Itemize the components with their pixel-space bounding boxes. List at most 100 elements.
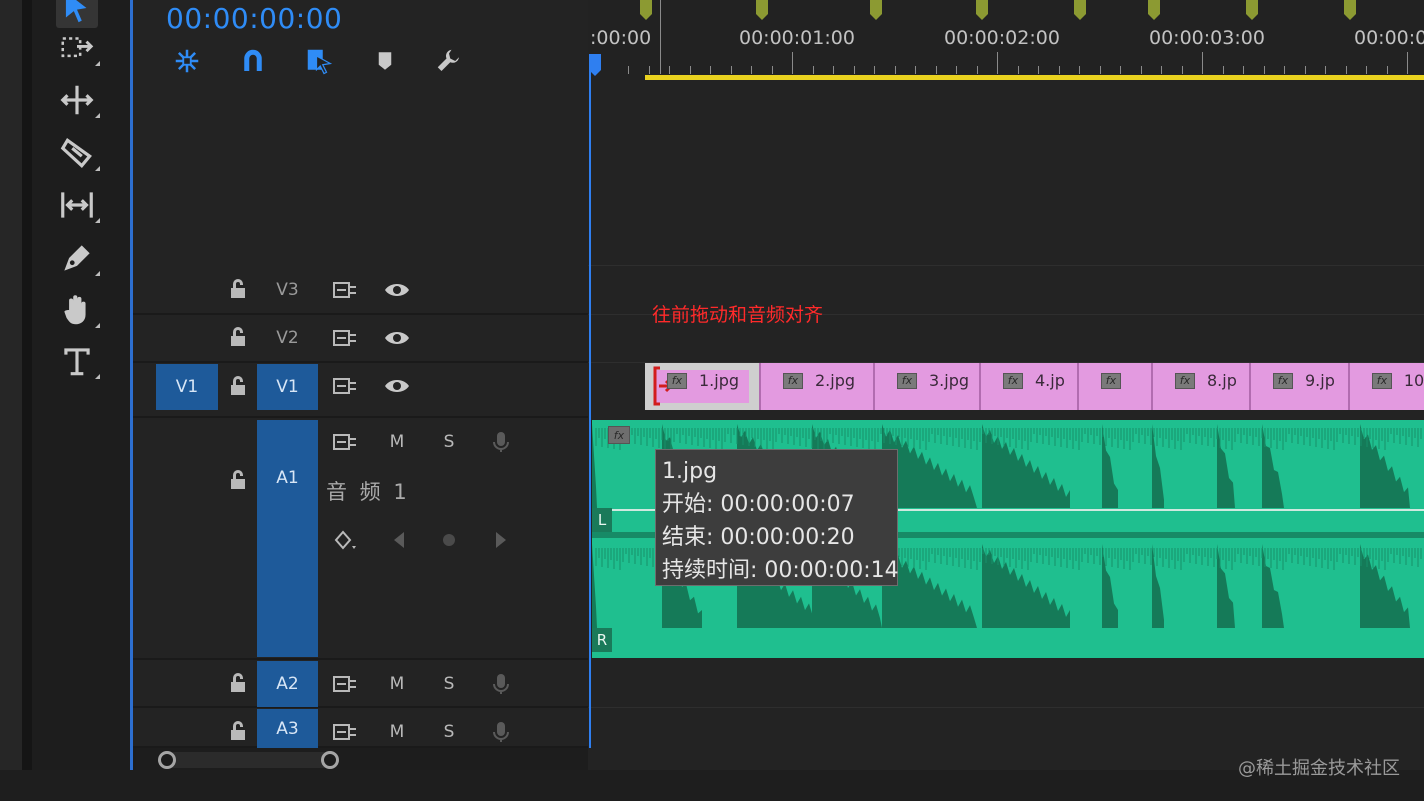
razor-tool-icon[interactable] — [56, 133, 100, 173]
video-clip[interactable]: fx 9.jp — [1251, 363, 1350, 410]
ruler-tick — [1038, 66, 1039, 74]
add-keyframe-icon[interactable] — [432, 525, 466, 555]
pen-tool-icon[interactable] — [56, 238, 100, 278]
linked-selection-icon[interactable] — [302, 44, 336, 78]
lock-track-icon[interactable] — [226, 325, 250, 349]
fx-badge: fx — [608, 426, 630, 444]
ruler-tick — [853, 66, 855, 74]
wrench-settings-icon[interactable] — [432, 44, 466, 78]
timeline-header — [133, 0, 588, 265]
lock-track-icon[interactable] — [226, 719, 250, 743]
waveform-envelope — [982, 544, 1070, 628]
ripple-edit-tool-icon[interactable] — [56, 80, 100, 120]
ruler-tick — [792, 52, 793, 74]
voice-over-record-icon[interactable] — [484, 669, 518, 699]
ruler-tick — [1366, 66, 1367, 74]
next-keyframe-icon[interactable] — [484, 525, 518, 555]
ruler-tick — [1079, 66, 1080, 74]
clip-name: 9.jp — [1305, 371, 1335, 390]
video-clip[interactable]: fx 4.jp — [981, 363, 1079, 410]
video-clip[interactable]: fx 10 — [1350, 363, 1424, 410]
tooltip-end: 结束: 00:00:00:20 — [662, 525, 855, 550]
solo-track-button[interactable]: S — [432, 669, 466, 699]
sequence-marker-icon[interactable] — [870, 0, 882, 20]
tooltip-start: 开始: 00:00:00:07 — [662, 492, 855, 517]
track-label-a2[interactable]: A2 — [257, 661, 318, 707]
video-clip[interactable]: fx 8.jp — [1153, 363, 1251, 410]
toggle-output-eye-icon[interactable] — [380, 371, 414, 401]
mute-track-button[interactable]: M — [380, 427, 414, 457]
watermark-text: @稀土掘金技术社区 — [1238, 758, 1400, 779]
sequence-marker-icon[interactable] — [1148, 0, 1160, 20]
playhead-handle-icon[interactable] — [588, 54, 602, 76]
clip-name: 8.jp — [1207, 371, 1237, 390]
toggle-output-eye-icon[interactable] — [380, 323, 414, 353]
zoom-handle-right[interactable] — [321, 751, 339, 769]
sequence-marker-icon[interactable] — [756, 0, 768, 20]
sync-lock-icon[interactable] — [328, 323, 362, 353]
mute-track-button[interactable]: M — [380, 717, 414, 747]
lock-track-icon[interactable] — [226, 277, 250, 301]
selection-tool-icon[interactable] — [56, 0, 98, 28]
sync-lock-icon[interactable] — [328, 371, 362, 401]
mute-track-button[interactable]: M — [380, 669, 414, 699]
solo-track-button[interactable]: S — [432, 427, 466, 457]
toggle-output-eye-icon[interactable] — [380, 275, 414, 305]
video-clip[interactable]: fx 2.jpg — [761, 363, 875, 410]
sequence-marker-icon[interactable] — [1344, 0, 1356, 20]
sequence-marker-icon[interactable] — [976, 0, 988, 20]
ruler-tick — [1181, 66, 1183, 74]
ruler-tick — [1017, 66, 1019, 74]
panel-edge — [0, 0, 22, 801]
ruler-label: :00:00 — [590, 27, 652, 49]
ruler-tick — [730, 66, 732, 74]
previous-keyframe-icon[interactable] — [382, 525, 416, 555]
sync-lock-icon[interactable] — [328, 275, 362, 305]
video-clip[interactable]: fx — [1079, 363, 1153, 410]
sync-lock-icon[interactable] — [328, 427, 362, 457]
ruler-tick — [751, 66, 752, 74]
sequence-marker-icon[interactable] — [1074, 0, 1086, 20]
voice-over-record-icon[interactable] — [484, 717, 518, 747]
clip-name: 1.jpg — [699, 371, 740, 390]
ruler-tick — [660, 0, 661, 74]
playhead-line[interactable] — [589, 54, 591, 748]
keyframe-options-icon[interactable] — [330, 525, 364, 555]
nest-sequence-icon[interactable] — [170, 44, 204, 78]
sync-lock-icon[interactable] — [328, 669, 362, 699]
sync-lock-icon[interactable] — [328, 717, 362, 747]
fx-badge: fx — [1175, 372, 1195, 389]
type-tool-icon[interactable] — [56, 341, 100, 381]
ruler-tick — [648, 66, 650, 74]
video-clip[interactable]: fx 3.jpg — [875, 363, 981, 410]
sequence-marker-icon[interactable] — [1246, 0, 1258, 20]
voice-over-record-icon[interactable] — [484, 427, 518, 457]
waveform-envelope — [1102, 544, 1118, 628]
hand-tool-icon[interactable] — [56, 290, 100, 330]
track-select-tool-icon[interactable] — [56, 28, 100, 68]
track-label-v1[interactable]: V1 — [257, 364, 318, 410]
lock-track-icon[interactable] — [226, 468, 250, 492]
playhead-timecode[interactable]: 00:00:00:00 — [166, 2, 342, 35]
work-area-bar[interactable] — [645, 75, 1424, 80]
lock-track-icon[interactable] — [226, 671, 250, 695]
ruler-tick — [894, 66, 896, 74]
track-name-a1[interactable]: 音 频 1 — [326, 476, 410, 506]
slip-tool-icon[interactable] — [56, 185, 100, 225]
time-ruler[interactable]: :00:00 00:00:01:00 00:00:02:00 00:00:03:… — [588, 0, 1424, 80]
solo-track-button[interactable]: S — [432, 717, 466, 747]
zoom-scrollbar-thumb[interactable] — [166, 752, 334, 768]
zoom-handle-left[interactable] — [158, 751, 176, 769]
track-label-v2[interactable]: V2 — [257, 315, 318, 361]
tool-panel — [0, 0, 130, 801]
lock-track-icon[interactable] — [226, 374, 250, 398]
track-label-v3[interactable]: V3 — [257, 267, 318, 313]
source-patch-v1[interactable]: V1 — [156, 364, 218, 410]
track-target-a1[interactable] — [257, 420, 318, 657]
track-label-a1[interactable]: A1 — [257, 468, 318, 488]
ruler-tick — [710, 66, 711, 74]
snap-magnet-icon[interactable] — [236, 44, 270, 78]
track-label-a3[interactable]: A3 — [257, 709, 318, 748]
add-marker-icon[interactable] — [368, 44, 402, 78]
sequence-marker-icon[interactable] — [640, 0, 652, 20]
